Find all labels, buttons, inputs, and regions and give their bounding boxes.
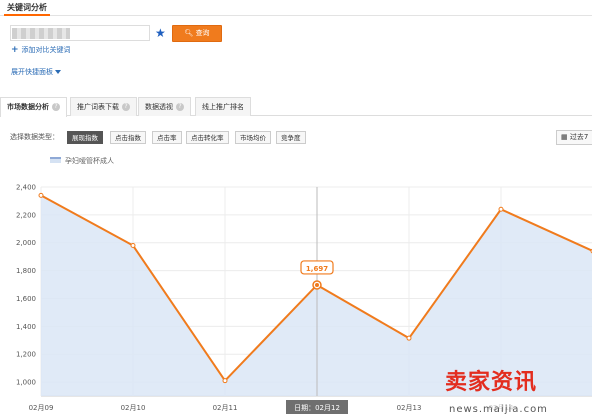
watermark-url: news.maijia.com xyxy=(449,404,548,416)
y-tick-label: 1,000 xyxy=(16,379,36,387)
y-tick-label: 2,200 xyxy=(16,211,36,219)
data-point xyxy=(130,243,136,249)
y-tick-label: 1,200 xyxy=(16,351,36,359)
x-tick-label: 02月11 xyxy=(213,404,238,412)
y-tick-label: 1,400 xyxy=(16,323,36,331)
y-tick-label: 2,000 xyxy=(16,239,36,247)
y-tick-label: 2,400 xyxy=(16,184,36,192)
x-tick-label: 02月10 xyxy=(121,404,146,412)
value-tooltip-label: 1,697 xyxy=(306,265,328,273)
y-tick-label: 1,800 xyxy=(16,267,36,275)
data-point xyxy=(406,335,412,341)
data-point xyxy=(498,206,504,212)
data-point xyxy=(222,378,228,384)
data-point xyxy=(38,192,44,198)
x-tick-label: 02月13 xyxy=(397,404,422,412)
x-tick-label: 02月09 xyxy=(29,404,54,412)
y-tick-label: 1,600 xyxy=(16,295,36,303)
data-point-highlight-center xyxy=(315,282,319,287)
watermark-logo: 卖家资讯 xyxy=(445,370,538,395)
trend-chart: 1,000 1,200 1,400 1,600 1,800 2,000 2,200 2,400… xyxy=(16,184,592,414)
date-tooltip-label: 日期：02月12 xyxy=(294,404,340,412)
